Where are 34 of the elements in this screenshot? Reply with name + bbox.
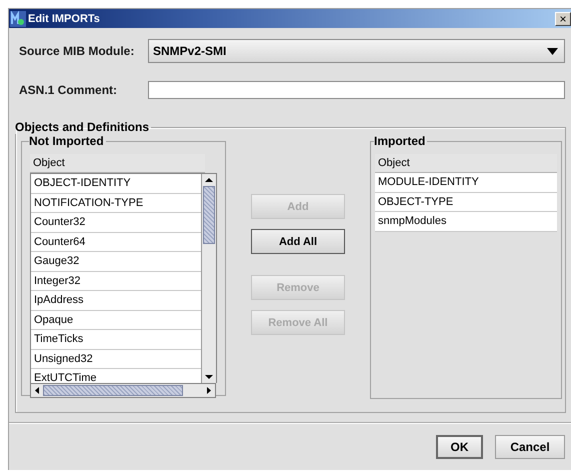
app-logo-icon — [10, 10, 26, 26]
dialog-button[interactable]: Cancel — [495, 435, 565, 459]
dropdown-arrow-icon — [547, 48, 558, 54]
table-row[interactable]: Counter64 — [31, 232, 201, 252]
table-row[interactable]: Opaque — [31, 310, 201, 330]
table-row[interactable]: snmpModules — [375, 212, 557, 232]
comment-field[interactable] — [148, 81, 565, 99]
scroll-thumb[interactable] — [43, 385, 183, 396]
column-header[interactable]: Object — [375, 154, 557, 173]
table-row[interactable]: TimeTicks — [31, 330, 201, 350]
group-title: Imported — [374, 134, 426, 148]
table-row[interactable]: Unsigned32 — [31, 350, 201, 369]
group-title: Objects and Definitions — [15, 120, 150, 134]
action-button[interactable]: Add All — [251, 229, 345, 254]
table-row[interactable]: ExtUTCTime — [31, 369, 201, 383]
table-row[interactable]: OBJECT-TYPE — [375, 192, 557, 212]
horizontal-scrollbar[interactable] — [30, 383, 216, 398]
column-header[interactable]: Object — [30, 154, 205, 173]
table-row[interactable]: MODULE-IDENTITY — [375, 173, 557, 192]
table-row[interactable]: Integer32 — [31, 272, 201, 291]
table-row[interactable]: NOTIFICATION-TYPE — [31, 194, 201, 213]
vertical-scrollbar[interactable] — [201, 174, 216, 383]
group-title: Not Imported — [29, 134, 105, 148]
module-dropdown[interactable]: SNMPv2-SMI — [148, 39, 565, 63]
close-button[interactable]: × — [555, 12, 571, 26]
window-title: Edit IMPORTs — [28, 12, 101, 24]
field-label: ASN.1 Comment: — [18, 83, 118, 97]
table-row[interactable]: Gauge32 — [31, 252, 201, 272]
scroll-thumb[interactable] — [203, 186, 215, 244]
dialog-button[interactable]: OK — [436, 435, 483, 459]
field-label: Source MIB Module: — [18, 44, 136, 58]
table-row[interactable]: Counter32 — [31, 213, 201, 232]
table-row[interactable]: OBJECT-IDENTITY — [31, 174, 201, 194]
table-row[interactable]: IpAddress — [31, 291, 201, 310]
